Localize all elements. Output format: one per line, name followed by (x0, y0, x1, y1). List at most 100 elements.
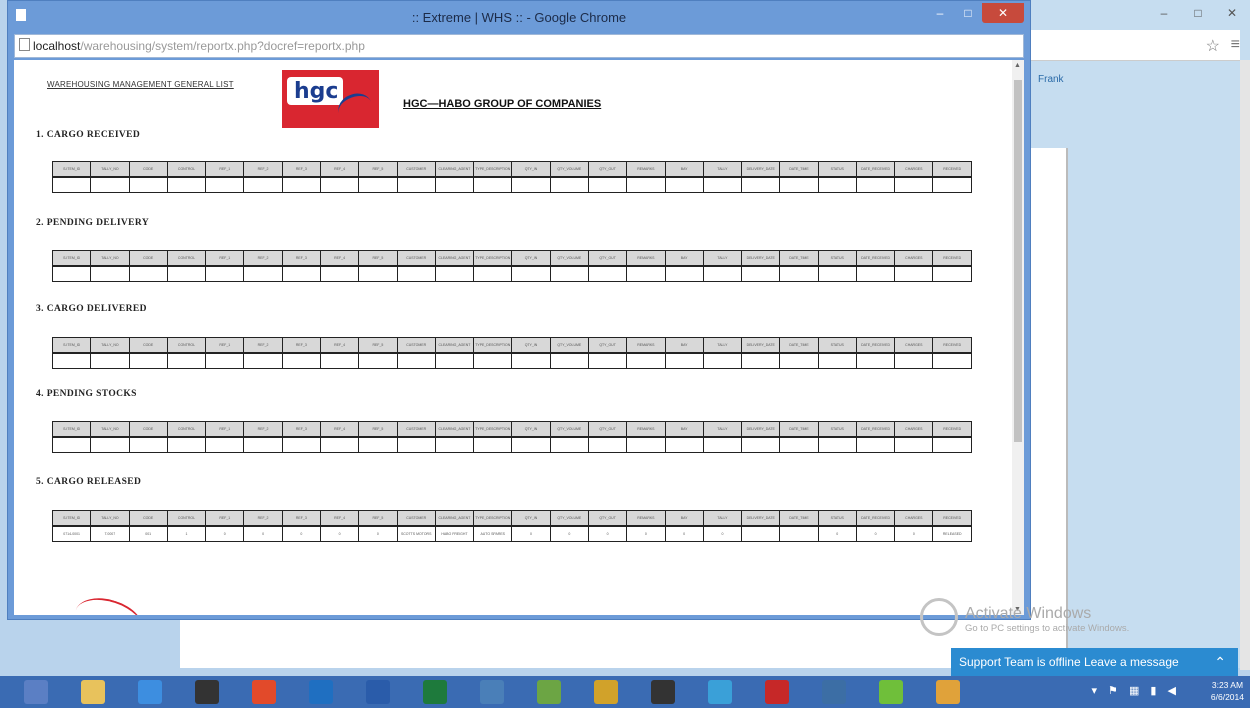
column-header: REMARKS (626, 337, 666, 354)
support-chat-bar[interactable]: Support Team is offline Leave a message … (951, 648, 1238, 676)
visio-icon[interactable] (822, 680, 846, 704)
table-cell (741, 176, 781, 193)
column-header: REF_4 (319, 161, 360, 178)
column-header: S.ITEM_ID (51, 510, 92, 527)
table-cell: 0 (243, 525, 283, 542)
taskbar: ▾ ⚑ ▦ ▮ ◀ 3:23 AM 6/6/2014 (0, 676, 1250, 708)
table-cell (702, 265, 743, 282)
column-header: DATE_TIME (779, 337, 819, 354)
people-icon[interactable] (936, 680, 960, 704)
table-cell (90, 436, 130, 453)
system-tray[interactable]: ▾ ⚑ ▦ ▮ ◀ (1091, 684, 1180, 697)
file-manager-icon[interactable] (81, 680, 105, 704)
column-header: CUSTOMER (396, 510, 436, 527)
table-cell (205, 176, 245, 193)
column-header: DELIVERY_DATE (741, 250, 781, 267)
table-cell (779, 265, 819, 282)
table-cell (817, 176, 857, 193)
column-header: DATE_TIME (779, 421, 819, 438)
column-header: QTY_IN (511, 250, 551, 267)
table-row (51, 436, 972, 453)
table-cell (128, 265, 168, 282)
column-header: DATE_RECEIVED (855, 510, 896, 527)
table-cell (166, 436, 207, 453)
bg-minimize-button[interactable]: – (1154, 6, 1174, 20)
minimize-button[interactable]: – (926, 3, 954, 23)
bookmark-star-icon[interactable]: ☆ (1206, 36, 1220, 56)
section-title-cargo-delivered: 3. CARGO DELIVERED (36, 304, 147, 314)
chrome-icon[interactable] (252, 680, 276, 704)
internet-explorer-icon[interactable] (138, 680, 162, 704)
table-row (51, 352, 972, 369)
table-cell (855, 352, 896, 369)
background-titlebar: – □ ✕ (1030, 0, 1250, 30)
checklist-icon[interactable] (594, 680, 618, 704)
command-prompt-icon[interactable] (195, 680, 219, 704)
table-cargo-released: S.ITEM_ID TALLY_NO CODE CONTROL REF_1 REF_2 RE… (51, 510, 972, 542)
table-cell: RELEASED (932, 525, 972, 542)
url-host: localhost (33, 39, 81, 53)
table-cell: 0 (319, 525, 360, 542)
company-name: HGC—HABO GROUP OF COMPANIES (403, 98, 602, 110)
scroll-up-arrow-icon[interactable]: ▲ (1014, 62, 1021, 69)
bg-maximize-button[interactable]: □ (1188, 6, 1208, 20)
excel-icon[interactable] (423, 680, 447, 704)
column-header: REF_2 (243, 337, 283, 354)
paint-icon[interactable] (537, 680, 561, 704)
table-cell: 0 (817, 525, 857, 542)
user-name[interactable]: Frank (1038, 74, 1064, 85)
background-window-controls: – □ ✕ (1154, 6, 1242, 20)
browser-alt-icon[interactable] (879, 680, 903, 704)
column-header: CLEARING_AGENT (434, 421, 475, 438)
vertical-scrollbar[interactable]: ▲ ▼ (1012, 60, 1024, 615)
table-cell (205, 265, 245, 282)
network-tool-icon[interactable] (480, 680, 504, 704)
clock[interactable]: 3:23 AM 6/6/2014 (1211, 679, 1244, 703)
column-header: TALLY_NO (90, 250, 130, 267)
table-cell (855, 436, 896, 453)
column-header: S.ITEM_ID (51, 161, 92, 178)
table-cell: T.0007 (90, 525, 130, 542)
table-cell: HABO FREIGHT (434, 525, 475, 542)
outlook-icon[interactable] (309, 680, 333, 704)
column-header: REF_5 (358, 510, 398, 527)
expand-chevron-icon[interactable]: ⌃ (1214, 648, 1226, 676)
table-cell: 0 (549, 525, 589, 542)
bg-close-button[interactable]: ✕ (1222, 6, 1242, 20)
terminal-icon[interactable] (651, 680, 675, 704)
close-button[interactable]: ✕ (982, 3, 1024, 23)
background-scrollbar[interactable] (1240, 60, 1250, 670)
table-cargo-delivered: S.ITEM_ID TALLY_NO CODE CONTROL REF_1 REF_2 RE… (51, 337, 972, 369)
browser-app-icon[interactable] (708, 680, 732, 704)
column-header: CUSTOMER (396, 250, 436, 267)
column-header: BAY (664, 161, 704, 178)
column-header: CLEARING_AGENT (434, 337, 475, 354)
table-cell (396, 352, 436, 369)
column-header: DATE_RECEIVED (855, 337, 896, 354)
column-header: CHARGES (894, 250, 934, 267)
scrollbar-thumb[interactable] (1014, 80, 1022, 442)
windows-explorer-icon[interactable] (24, 680, 48, 704)
maximize-button[interactable]: □ (954, 3, 982, 23)
column-header: REMARKS (626, 250, 666, 267)
table-cell: 0714-0001 (51, 525, 92, 542)
column-header: DELIVERY_DATE (741, 161, 781, 178)
address-bar[interactable]: localhost/warehousing/system/reportx.php… (14, 34, 1024, 58)
table-cell (281, 176, 321, 193)
table-cell (855, 265, 896, 282)
column-header: TALLY_NO (90, 421, 130, 438)
menu-icon[interactable]: ≡ (1231, 36, 1240, 54)
popup-titlebar[interactable]: :: Extreme | WHS :: - Google Chrome – □ … (8, 1, 1030, 33)
table-cell (205, 436, 245, 453)
column-header: REF_5 (358, 337, 398, 354)
table-cell: 0 (587, 525, 628, 542)
column-header: TALLY_NO (90, 161, 130, 178)
table-cell (51, 176, 92, 193)
filezilla-icon[interactable] (765, 680, 789, 704)
table-cell (587, 265, 628, 282)
column-header: TYPE_DESCRIPTION (473, 510, 513, 527)
table-cell: 0 (626, 525, 666, 542)
word-icon[interactable] (366, 680, 390, 704)
table-header-row: S.ITEM_ID TALLY_NO CODE CONTROL REF_1 REF_2 RE… (51, 421, 972, 438)
table-cell (281, 352, 321, 369)
